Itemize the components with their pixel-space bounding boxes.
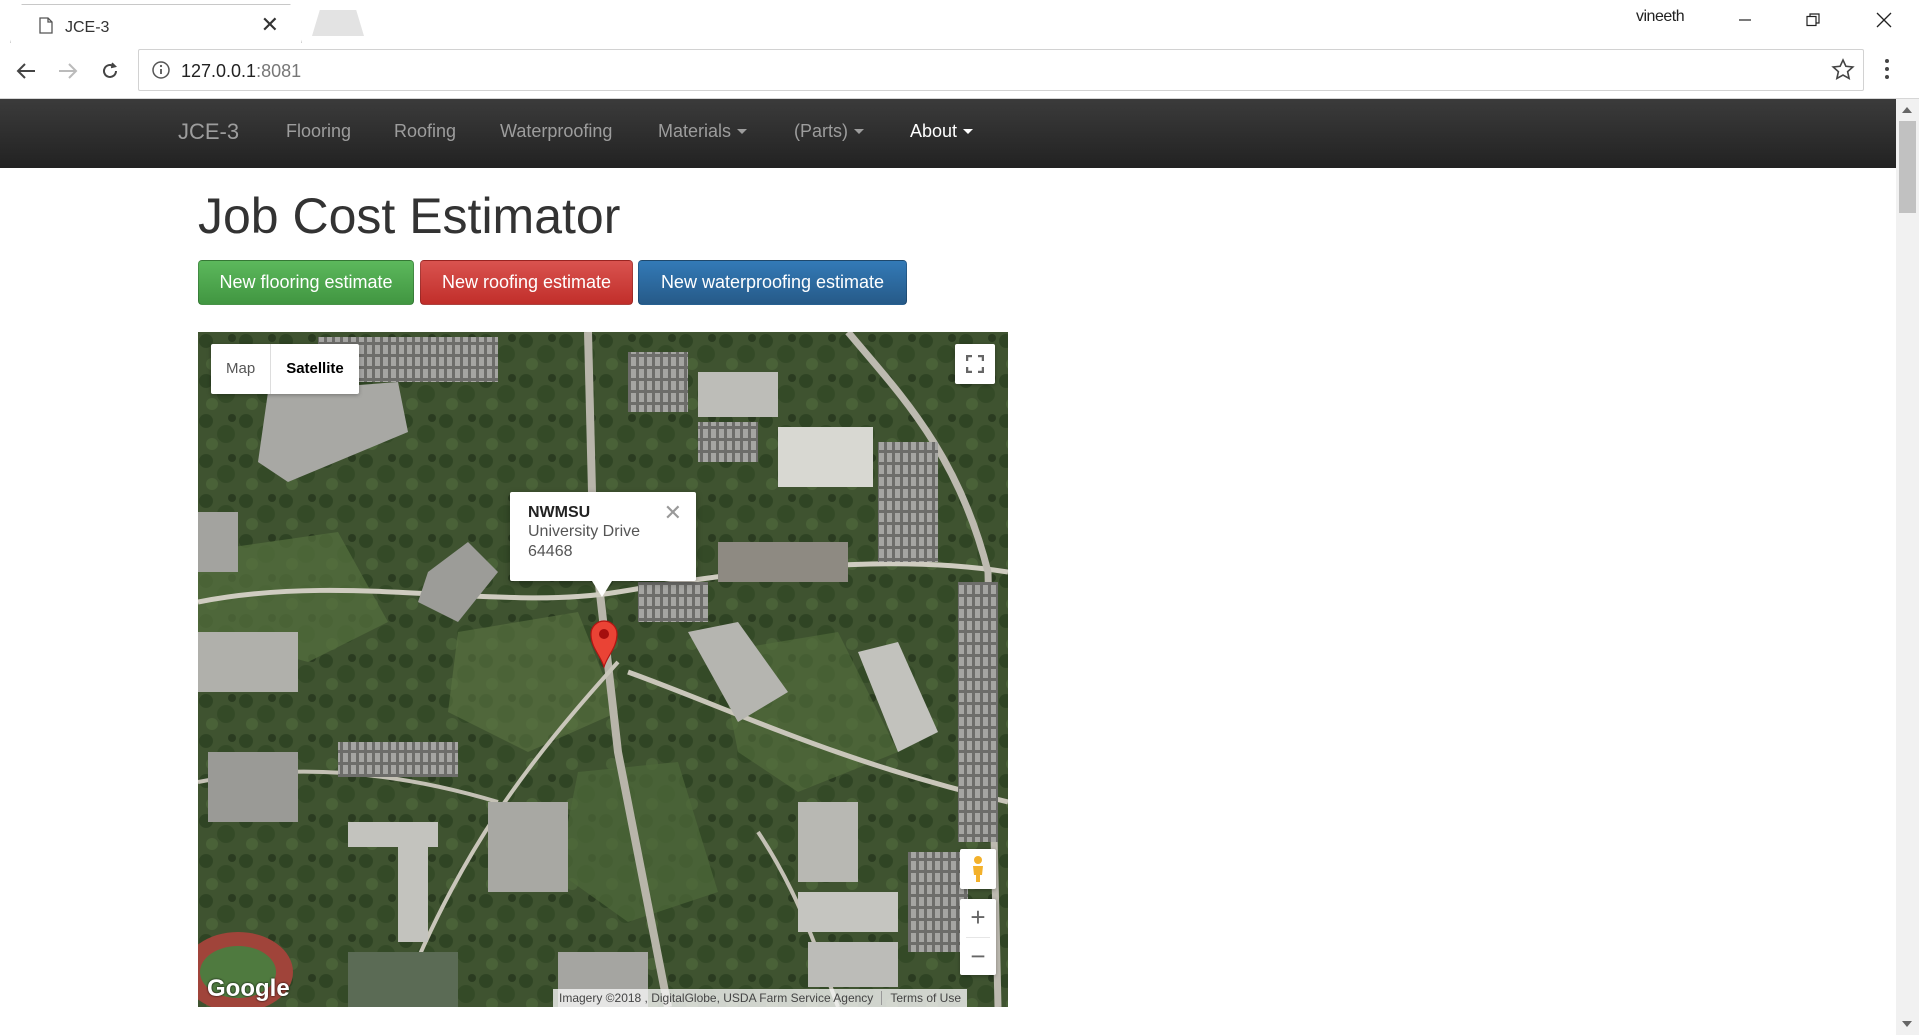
new-flooring-estimate-button[interactable]: New flooring estimate xyxy=(198,260,414,305)
browser-toolbar: 127.0.0.1:8081 xyxy=(0,43,1919,99)
nav-materials[interactable]: Materials xyxy=(658,121,748,142)
close-icon[interactable]: ✕ xyxy=(664,500,682,526)
nav-flooring[interactable]: Flooring xyxy=(286,121,351,142)
profile-name[interactable]: vineeth xyxy=(1636,8,1685,26)
nav-parts-label: (Parts) xyxy=(794,121,848,141)
window-close-icon[interactable] xyxy=(1861,5,1907,35)
attribution-text: Imagery ©2018 , DigitalGlobe, USDA Farm … xyxy=(559,991,874,1005)
chevron-down-icon xyxy=(963,129,974,134)
scroll-up-icon[interactable] xyxy=(1902,107,1912,113)
chevron-down-icon xyxy=(854,129,864,134)
map-attribution: Imagery ©2018 , DigitalGlobe, USDA Farm … xyxy=(553,989,967,1007)
close-icon[interactable]: ✕ xyxy=(261,14,279,36)
info-title: NWMSU xyxy=(528,504,591,521)
reload-icon[interactable] xyxy=(96,57,124,85)
terms-of-use-link[interactable]: Terms of Use xyxy=(881,991,961,1005)
browser-tab[interactable]: JCE-3 ✕ xyxy=(10,4,302,43)
zoom-control: + − xyxy=(960,899,996,975)
page-scrollbar[interactable] xyxy=(1896,99,1919,1035)
pegman-icon[interactable] xyxy=(960,849,996,889)
zoom-out-button[interactable]: − xyxy=(960,937,996,975)
zoom-in-button[interactable]: + xyxy=(960,899,996,937)
page-icon xyxy=(39,17,53,39)
star-icon[interactable] xyxy=(1831,58,1855,87)
url-text[interactable]: 127.0.0.1:8081 xyxy=(181,61,301,82)
top-navbar: JCE-3 Flooring Roofing Waterproofing Mat… xyxy=(0,99,1896,168)
new-roofing-estimate-button[interactable]: New roofing estimate xyxy=(420,260,633,305)
scroll-thumb[interactable] xyxy=(1899,121,1916,213)
chevron-down-icon xyxy=(737,129,748,134)
menu-icon[interactable] xyxy=(1884,58,1890,85)
nav-roofing[interactable]: Roofing xyxy=(394,121,456,142)
fullscreen-icon[interactable] xyxy=(955,344,995,384)
address-bar[interactable]: 127.0.0.1:8081 xyxy=(138,49,1864,91)
map-type-map[interactable]: Map xyxy=(211,344,270,394)
scroll-down-icon[interactable] xyxy=(1902,1021,1912,1027)
restore-icon[interactable] xyxy=(1790,5,1836,35)
map-type-satellite[interactable]: Satellite xyxy=(270,344,359,394)
forward-icon[interactable] xyxy=(54,57,82,85)
nav-materials-label: Materials xyxy=(658,121,732,141)
navbar-brand[interactable]: JCE-3 xyxy=(178,119,239,145)
google-logo: Google xyxy=(207,975,290,1002)
new-tab-button[interactable] xyxy=(312,10,364,36)
browser-tabstrip: JCE-3 ✕ vineeth xyxy=(0,0,1919,43)
page-viewport: JCE-3 Flooring Roofing Waterproofing Mat… xyxy=(0,99,1896,1035)
minimize-icon[interactable] xyxy=(1722,5,1768,35)
nav-waterproofing[interactable]: Waterproofing xyxy=(500,121,612,142)
marker-icon[interactable] xyxy=(589,618,619,673)
tab-title: JCE-3 xyxy=(65,19,110,36)
nav-about-label: About xyxy=(910,121,958,141)
page-title: Job Cost Estimator xyxy=(198,188,621,244)
info-icon[interactable] xyxy=(151,60,171,85)
nav-parts[interactable]: (Parts) xyxy=(794,121,864,142)
info-address: University Drive xyxy=(528,523,641,540)
map-view[interactable]: Map Satellite NWMSU University Drive 644… xyxy=(198,332,1008,1007)
map-type-control: Map Satellite xyxy=(211,344,359,394)
info-zip: 64468 xyxy=(528,543,573,560)
nav-about[interactable]: About xyxy=(910,121,974,142)
back-icon[interactable] xyxy=(12,57,40,85)
new-waterproofing-estimate-button[interactable]: New waterproofing estimate xyxy=(638,260,907,305)
info-window: NWMSU University Drive 64468 ✕ xyxy=(510,492,696,597)
